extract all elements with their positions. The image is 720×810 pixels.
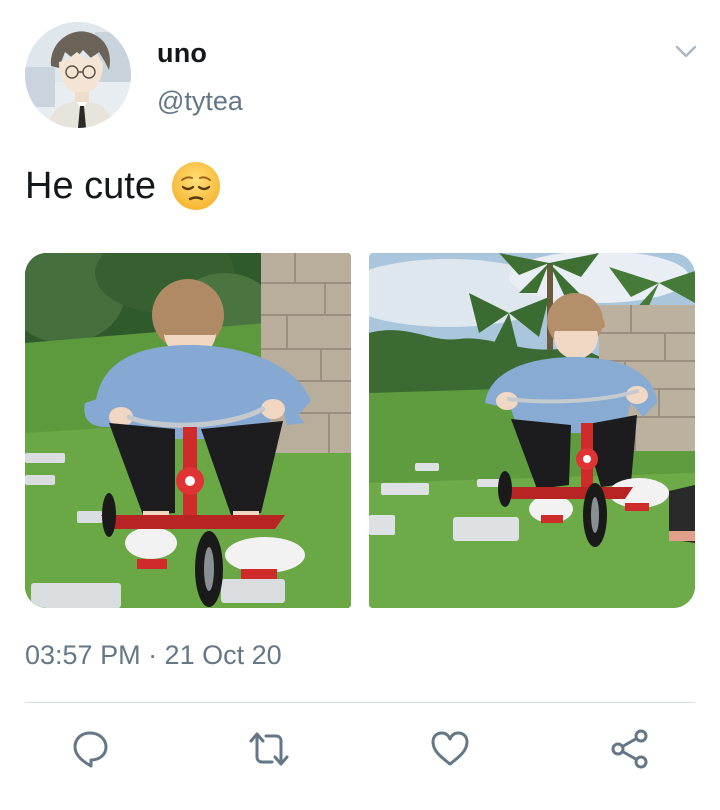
tweet: uno @tytea He cute 03:57 PM · 21 Oct 20 xyxy=(0,0,720,810)
user-handle[interactable]: @tytea xyxy=(157,86,243,117)
chevron-down-icon[interactable] xyxy=(668,38,704,66)
bottom-spacer xyxy=(0,797,720,810)
tweet-text-row: He cute xyxy=(25,160,222,212)
heart-icon xyxy=(431,731,469,766)
share-button[interactable] xyxy=(606,725,654,773)
photo-left[interactable] xyxy=(25,253,351,608)
tweet-timestamp[interactable]: 03:57 PM · 21 Oct 20 xyxy=(25,640,282,671)
tweet-text: He cute xyxy=(25,164,156,207)
avatar[interactable] xyxy=(25,22,131,128)
photo-right[interactable] xyxy=(369,253,695,608)
reply-icon xyxy=(73,731,108,768)
like-button[interactable] xyxy=(426,725,474,773)
pensive-face-emoji-icon xyxy=(170,160,222,212)
retweet-icon xyxy=(249,732,289,766)
divider xyxy=(25,702,695,703)
tweet-actions xyxy=(0,725,720,775)
retweet-button[interactable] xyxy=(245,725,293,773)
share-icon xyxy=(611,729,648,769)
reply-button[interactable] xyxy=(66,725,114,773)
display-name[interactable]: uno xyxy=(157,38,207,69)
